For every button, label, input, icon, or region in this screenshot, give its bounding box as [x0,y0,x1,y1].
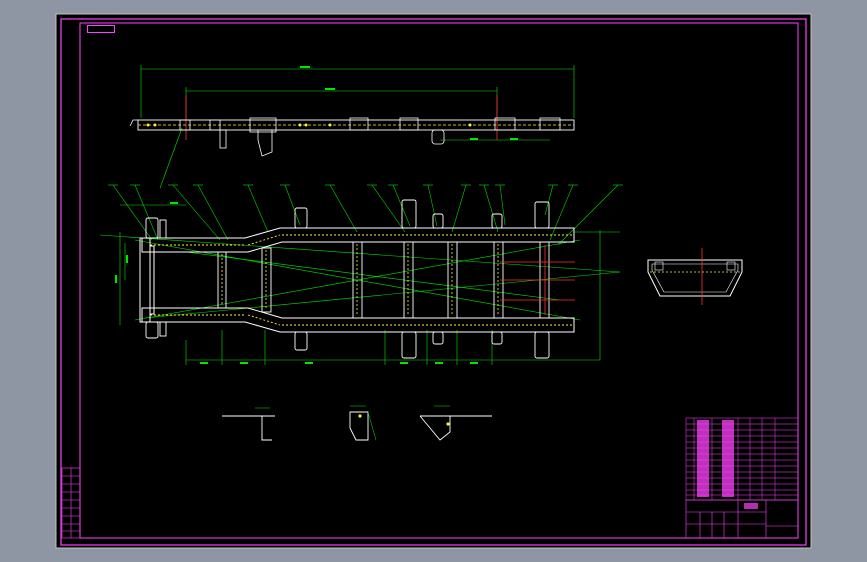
cad-drawing-canvas [55,13,812,549]
drawing-stamp [87,25,115,33]
